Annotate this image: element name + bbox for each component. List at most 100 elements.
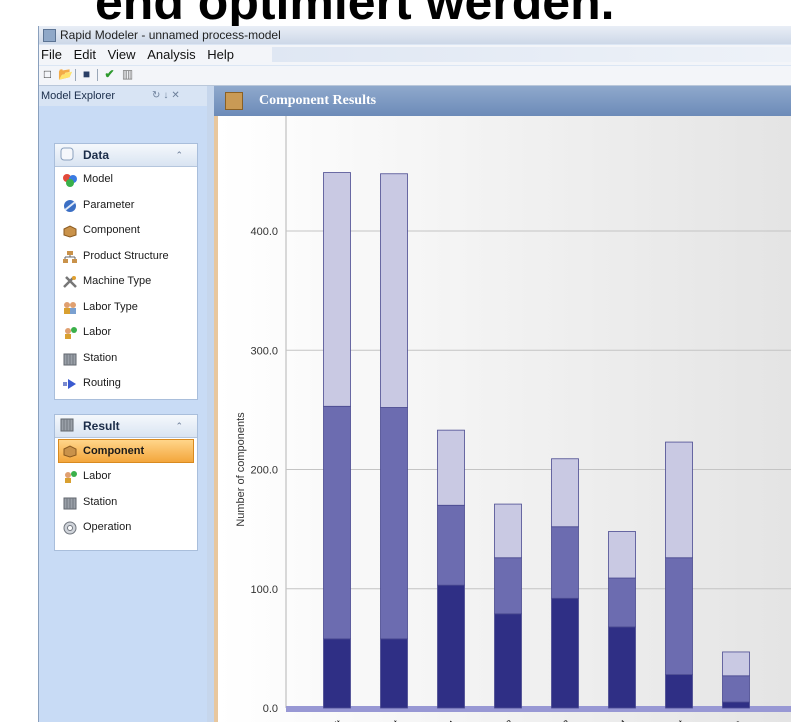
menu-file[interactable]: File [41, 47, 62, 62]
machine-type-icon [63, 276, 77, 288]
check-icon[interactable]: ✔ [103, 68, 116, 81]
data-item-product-structure[interactable]: Product Structure [55, 244, 197, 270]
x-tick-label: hub3 [550, 718, 574, 722]
bar-segment [494, 503, 522, 559]
x-tick-label: sleeve [716, 718, 745, 722]
collapse-icon[interactable]: ⌃ [175, 415, 183, 437]
explorer-title: Model Explorer [41, 90, 115, 102]
menu-bar-fill [272, 47, 791, 62]
bar-segment [437, 429, 465, 506]
routing-icon [63, 379, 76, 389]
y-tick-label: 300.0 [250, 345, 278, 357]
open-icon[interactable]: 📂 [58, 68, 73, 81]
result-item-labor[interactable]: Labor [55, 464, 197, 490]
bar-segment [665, 674, 693, 709]
explorer-header: Model Explorer ↻↓✕ [39, 86, 207, 106]
component-results-document: Component Results 0.0 100.0 200.0 300.0 400.… [214, 86, 791, 722]
bar-segment [437, 504, 465, 586]
collapse-icon[interactable]: ⌃ [175, 144, 183, 166]
x-tick-label: bolt [326, 718, 345, 722]
data-panel-label: Data [83, 148, 110, 162]
bar-segment [608, 577, 636, 628]
toolbar-separator [97, 69, 98, 81]
bar-segment [380, 638, 408, 709]
data-item-parameter[interactable]: Parameter [55, 193, 197, 219]
bar-segment [437, 584, 465, 709]
data-panel-icon [60, 147, 74, 161]
bar-segment [551, 458, 579, 528]
x-tick-label: mount [660, 718, 688, 722]
result-item-operation[interactable]: Operation [55, 515, 197, 541]
bar-segment [722, 651, 750, 677]
station-icon [63, 353, 77, 365]
bar-segment [608, 626, 636, 709]
component-icon [225, 92, 243, 110]
data-item-routing[interactable]: Routing [55, 371, 197, 397]
result-panel-label: Result [83, 419, 120, 433]
bar-segment [722, 701, 750, 709]
bar-segment [608, 531, 636, 579]
data-panel: Data ⌃ Model Parameter Component Product… [54, 143, 198, 400]
menu-help[interactable]: Help [207, 47, 234, 62]
x-tick-label: hub4 [607, 718, 631, 722]
menu-view[interactable]: View [108, 47, 136, 62]
x-tick-label: racket [375, 718, 402, 722]
menu-bar: File Edit View Analysis Help [39, 45, 791, 65]
y-tick-label: 100.0 [250, 584, 278, 596]
chart-area: 0.0 100.0 200.0 300.0 400.0 Number of compone… [218, 116, 791, 722]
delete-icon[interactable]: ▥ [121, 68, 134, 81]
bar-segment [494, 613, 522, 709]
parameter-icon [64, 199, 76, 212]
labor-icon [65, 327, 77, 339]
y-tick-label: 200.0 [250, 465, 278, 477]
explorer-pin-icons[interactable]: ↻↓✕ [152, 86, 183, 106]
bar-segment [380, 173, 408, 408]
result-item-component[interactable]: Component [58, 439, 194, 463]
model-icon [63, 174, 77, 187]
bar-segment [323, 638, 351, 709]
result-item-station[interactable]: Station [55, 490, 197, 516]
data-item-machine-type[interactable]: Machine Type [55, 269, 197, 295]
app-icon [43, 29, 56, 42]
data-item-model[interactable]: Model [55, 167, 197, 193]
app-window: Rapid Modeler - unnamed process-model Fi… [38, 26, 791, 722]
bar-segment [551, 597, 579, 709]
toolbar: □ 📂 ■ ✔ ▥ [39, 66, 791, 86]
data-item-station[interactable]: Station [55, 346, 197, 372]
bar-segment [494, 557, 522, 615]
window-title: Rapid Modeler - unnamed process-model [60, 28, 281, 42]
labor-type-icon [64, 301, 76, 314]
menu-analysis[interactable]: Analysis [147, 47, 195, 62]
data-panel-header[interactable]: Data ⌃ [55, 144, 197, 167]
bar-segment [722, 675, 750, 703]
y-axis-label: Number of components [235, 412, 247, 527]
result-panel-header[interactable]: Result ⌃ [55, 415, 197, 438]
y-tick-label: 0.0 [263, 703, 278, 715]
menu-edit[interactable]: Edit [74, 47, 96, 62]
save-icon[interactable]: ■ [80, 68, 93, 81]
bar-segment [665, 557, 693, 676]
station-icon [63, 497, 77, 509]
panel-splitter[interactable] [207, 86, 214, 722]
y-tick-label: 400.0 [250, 226, 278, 238]
bar-segment [551, 526, 579, 599]
toolbar-separator [75, 69, 76, 81]
document-header: Component Results [214, 86, 791, 116]
component-icon [63, 225, 77, 238]
x-tick-label: hub2 [493, 718, 517, 722]
operation-icon [63, 521, 77, 535]
x-axis-baseline [286, 706, 791, 712]
data-item-component[interactable]: Component [55, 218, 197, 244]
data-item-labor[interactable]: Labor [55, 320, 197, 346]
result-panel-icon [60, 418, 74, 432]
component-icon [63, 445, 77, 458]
bar-segment [380, 407, 408, 640]
component-results-chart: 0.0 100.0 200.0 300.0 400.0 Number of compone… [235, 116, 791, 722]
model-explorer: Model Explorer ↻↓✕ Data ⌃ Model Paramete… [39, 86, 207, 722]
new-icon[interactable]: □ [41, 68, 54, 81]
product-structure-icon [63, 250, 77, 263]
labor-icon [65, 471, 77, 483]
document-title: Component Results [259, 93, 377, 108]
window-titlebar[interactable]: Rapid Modeler - unnamed process-model [39, 26, 791, 44]
data-item-labor-type[interactable]: Labor Type [55, 295, 197, 321]
